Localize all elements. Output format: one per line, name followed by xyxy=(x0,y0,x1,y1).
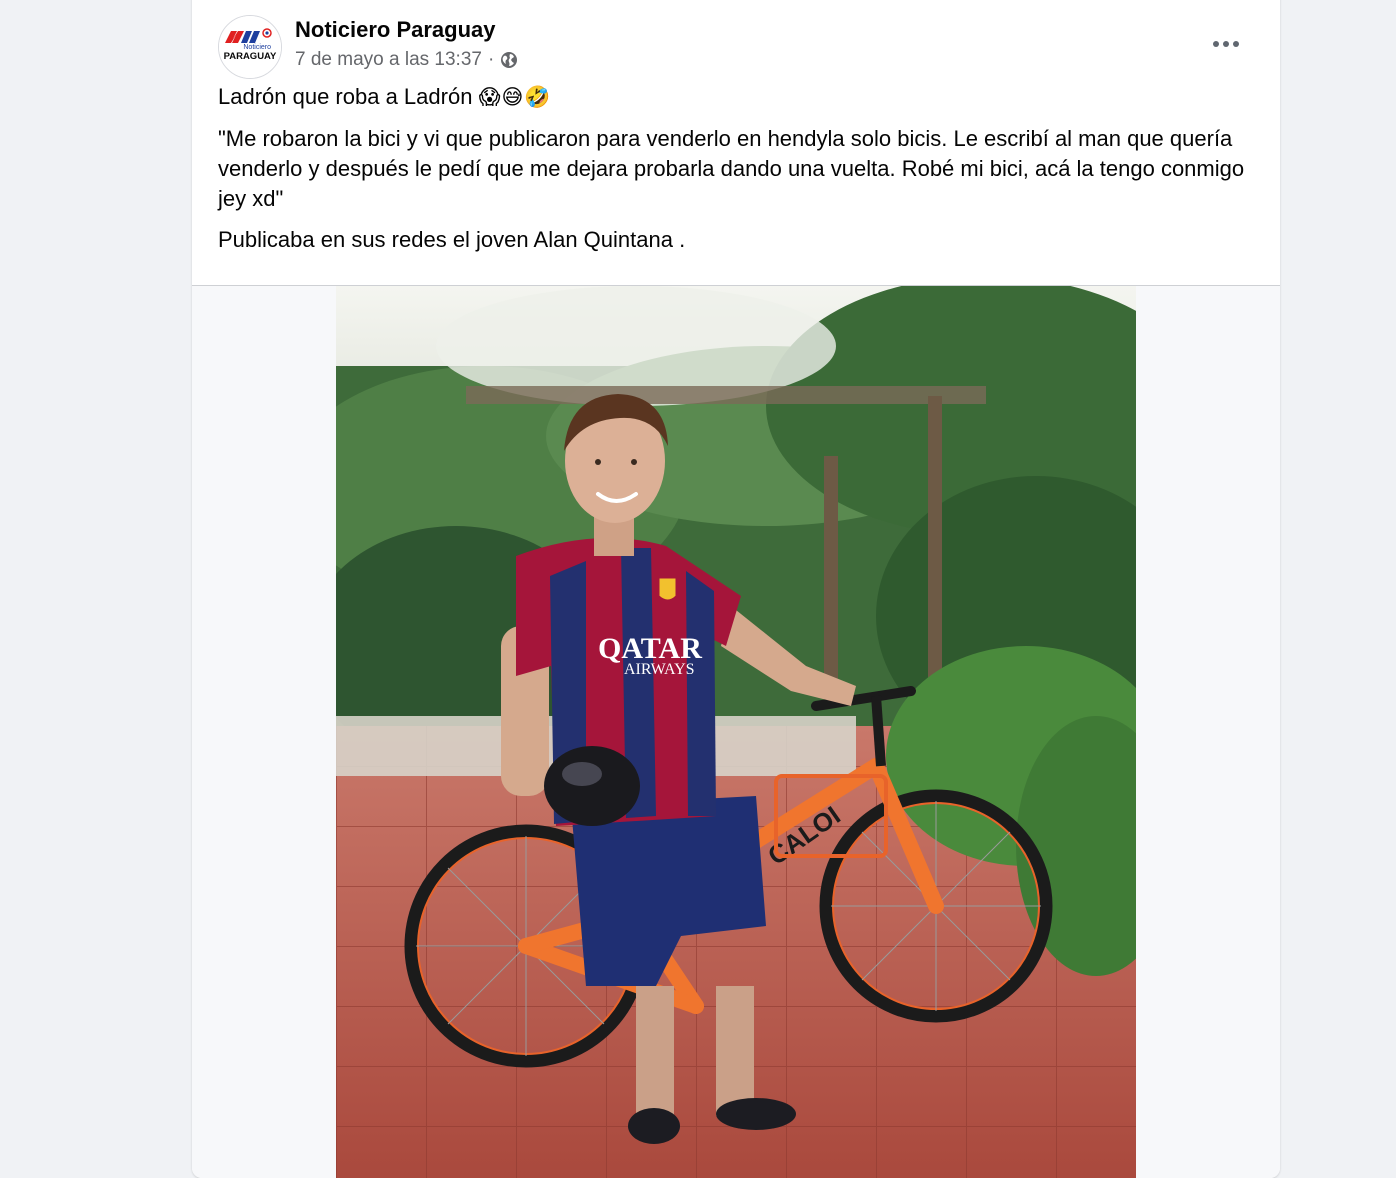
photo-illustration: CALOI QATAR AIRWAYS xyxy=(336,286,1136,1178)
shirt-text-airways: AIRWAYS xyxy=(624,661,695,678)
post-meta: 7 de mayo a las 13:37 · xyxy=(295,49,518,71)
post-header: Noticiero PARAGUAY Noticiero Paraguay 7 … xyxy=(192,0,1280,79)
headline-emojis: 😱😅🤣 xyxy=(478,86,552,109)
globe-icon[interactable] xyxy=(500,51,518,69)
photo-container: CALOI QATAR AIRWAYS xyxy=(192,286,1280,1178)
post-headline: Ladrón que roba a Ladrón 😱😅🤣 xyxy=(218,82,1258,113)
logo-text-bottom: PARAGUAY xyxy=(224,51,277,62)
post-footer-text: Publicaba en sus redes el joven Alan Qui… xyxy=(218,227,686,252)
more-horizontal-icon xyxy=(1213,41,1239,47)
facebook-post: Noticiero PARAGUAY Noticiero Paraguay 7 … xyxy=(192,0,1280,1178)
headline-text: Ladrón que roba a Ladrón xyxy=(218,84,473,109)
page-avatar[interactable]: Noticiero PARAGUAY xyxy=(218,15,282,79)
page-name-link[interactable]: Noticiero Paraguay xyxy=(295,17,496,43)
more-options-button[interactable] xyxy=(1202,28,1250,60)
noticiero-paraguay-logo: Noticiero PARAGUAY xyxy=(219,16,281,78)
post-photo[interactable]: CALOI QATAR AIRWAYS xyxy=(336,286,1136,1178)
logo-text-top: Noticiero xyxy=(243,44,271,51)
meta-separator: · xyxy=(487,49,495,70)
post-message: Ladrón que roba a Ladrón 😱😅🤣 "Me robaron… xyxy=(218,82,1258,266)
post-quote: "Me robaron la bici y vi que publicaron … xyxy=(218,126,1245,211)
post-timestamp[interactable]: 7 de mayo a las 13:37 xyxy=(295,49,482,71)
